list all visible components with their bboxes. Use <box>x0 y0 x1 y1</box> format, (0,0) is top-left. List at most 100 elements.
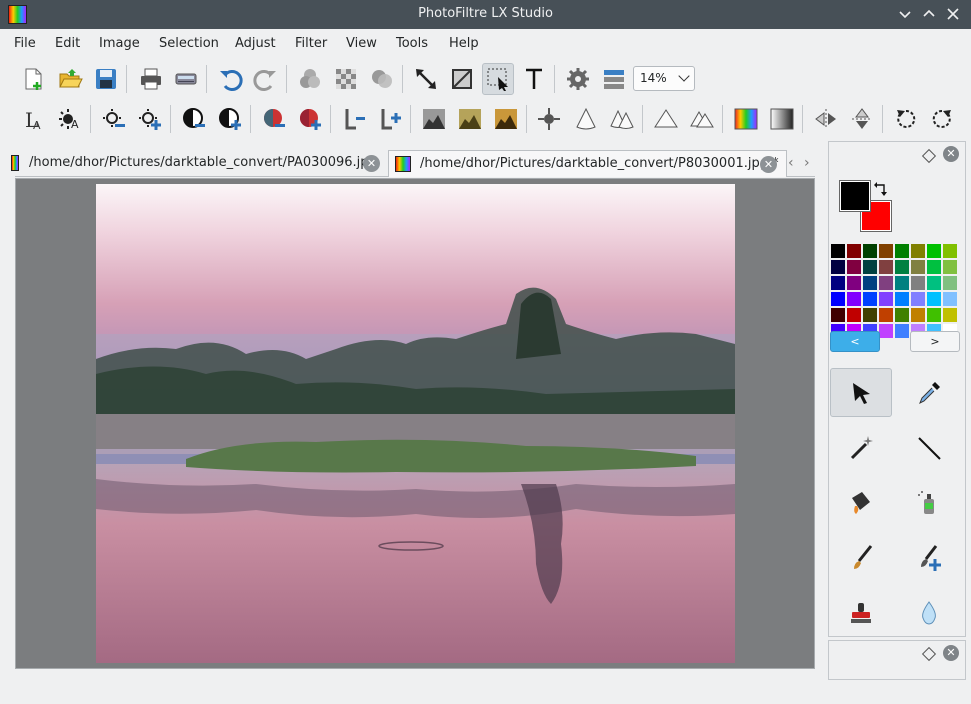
palette-swatch[interactable] <box>942 291 958 307</box>
palette-swatch[interactable] <box>830 259 846 275</box>
palette-swatch[interactable] <box>894 275 910 291</box>
flip-horizontal-icon[interactable] <box>810 103 842 135</box>
fill-tool[interactable] <box>830 478 892 527</box>
layers-icon[interactable] <box>294 63 326 95</box>
float-panel-icon[interactable] <box>921 646 937 662</box>
gradient-gray-icon[interactable] <box>766 103 798 135</box>
palette-swatch[interactable] <box>830 275 846 291</box>
close-tab-icon[interactable]: ✕ <box>760 156 777 173</box>
palette-swatch[interactable] <box>894 323 910 339</box>
scanner-icon[interactable] <box>170 63 202 95</box>
resize-arrow-icon[interactable] <box>410 63 442 95</box>
palette-swatch[interactable] <box>878 243 894 259</box>
tab-scroll-right-icon[interactable]: › <box>804 155 810 171</box>
menu-edit[interactable]: Edit <box>55 36 80 51</box>
palette-swatch[interactable] <box>862 243 878 259</box>
gamma-plus-icon[interactable] <box>374 103 406 135</box>
palette-swatch[interactable] <box>894 259 910 275</box>
cone-icon[interactable] <box>570 103 602 135</box>
palette-swatch[interactable] <box>926 275 942 291</box>
pointer-tool[interactable] <box>830 368 892 417</box>
palette-swatch[interactable] <box>862 307 878 323</box>
close-panel-icon[interactable]: ✕ <box>943 645 959 661</box>
palette-swatch[interactable] <box>926 259 942 275</box>
palette-swatch[interactable] <box>926 291 942 307</box>
redo-icon[interactable] <box>250 63 282 95</box>
filter-olive-icon[interactable] <box>454 103 486 135</box>
tab-p8030001[interactable]: /home/dhor/Pictures/darktable_convert/P8… <box>388 150 787 177</box>
text-icon[interactable] <box>518 63 550 95</box>
saturation-minus-icon[interactable] <box>258 103 290 135</box>
palette-swatch[interactable] <box>862 291 878 307</box>
palette-swatch[interactable] <box>830 307 846 323</box>
cones-icon[interactable] <box>606 103 638 135</box>
color-palette[interactable] <box>830 243 958 339</box>
palette-swatch[interactable] <box>846 259 862 275</box>
menu-selection[interactable]: Selection <box>159 36 219 51</box>
palette-swatch[interactable] <box>846 291 862 307</box>
image-canvas[interactable] <box>15 178 815 669</box>
clone-stamp-tool[interactable] <box>830 588 892 637</box>
close-window-icon[interactable] <box>944 5 962 23</box>
palette-swatch[interactable] <box>942 259 958 275</box>
foreground-color-swatch[interactable] <box>839 180 871 212</box>
saturation-plus-icon[interactable] <box>294 103 326 135</box>
menu-help[interactable]: Help <box>449 36 479 51</box>
menu-file[interactable]: File <box>14 36 36 51</box>
crop-icon[interactable] <box>446 63 478 95</box>
palette-swatch[interactable] <box>862 259 878 275</box>
gradient-color-icon[interactable] <box>730 103 762 135</box>
palette-swatch[interactable] <box>878 323 894 339</box>
maximize-icon[interactable] <box>920 5 938 23</box>
undo-icon[interactable] <box>214 63 246 95</box>
palette-swatch[interactable] <box>910 291 926 307</box>
effect-brush-tool[interactable] <box>898 533 960 582</box>
palette-swatch[interactable] <box>926 307 942 323</box>
palette-swatch[interactable] <box>926 243 942 259</box>
menu-view[interactable]: View <box>346 36 377 51</box>
swap-colors-icon[interactable] <box>873 182 889 198</box>
menu-adjust[interactable]: Adjust <box>235 36 276 51</box>
palette-swatch[interactable] <box>830 291 846 307</box>
zoom-select[interactable]: 14% <box>633 66 695 91</box>
palette-swatch[interactable] <box>942 307 958 323</box>
palette-swatch[interactable] <box>910 243 926 259</box>
palette-swatch[interactable] <box>910 307 926 323</box>
close-panel-icon[interactable]: ✕ <box>943 146 959 162</box>
auto-contrast-icon[interactable]: A <box>54 103 86 135</box>
palette-swatch[interactable] <box>862 275 878 291</box>
palette-swatch[interactable] <box>878 275 894 291</box>
new-file-icon[interactable] <box>17 63 49 95</box>
palette-swatch[interactable] <box>942 275 958 291</box>
tab-scroll-left-icon[interactable]: ‹ <box>788 155 794 171</box>
palette-next-button[interactable]: > <box>910 331 960 352</box>
palette-swatch[interactable] <box>846 307 862 323</box>
brightness-plus-icon[interactable] <box>134 103 166 135</box>
blur-tool[interactable] <box>898 588 960 637</box>
eyedropper-tool[interactable] <box>898 368 960 417</box>
palette-swatch[interactable] <box>910 259 926 275</box>
tab-pa030096[interactable]: /home/dhor/Pictures/darktable_convert/PA… <box>11 150 387 177</box>
minimize-icon[interactable] <box>896 5 914 23</box>
palette-swatch[interactable] <box>878 291 894 307</box>
palette-swatch[interactable] <box>846 243 862 259</box>
sharpen-star-icon[interactable] <box>533 103 565 135</box>
triangle-icon[interactable] <box>650 103 682 135</box>
menu-image[interactable]: Image <box>99 36 140 51</box>
open-folder-icon[interactable] <box>54 63 86 95</box>
layer-manager-icon[interactable] <box>598 63 630 95</box>
palette-swatch[interactable] <box>846 275 862 291</box>
contrast-minus-icon[interactable] <box>178 103 210 135</box>
palette-swatch[interactable] <box>894 307 910 323</box>
menu-tools[interactable]: Tools <box>396 36 428 51</box>
settings-gear-icon[interactable] <box>562 63 594 95</box>
palette-swatch[interactable] <box>830 243 846 259</box>
palette-prev-button[interactable]: < <box>830 331 880 352</box>
magic-wand-tool[interactable] <box>830 423 892 472</box>
contrast-plus-icon[interactable] <box>214 103 246 135</box>
close-tab-icon[interactable]: ✕ <box>363 155 380 172</box>
palette-swatch[interactable] <box>894 291 910 307</box>
palette-swatch[interactable] <box>878 307 894 323</box>
triangles-icon[interactable] <box>686 103 718 135</box>
rotate-right-icon[interactable] <box>926 103 958 135</box>
